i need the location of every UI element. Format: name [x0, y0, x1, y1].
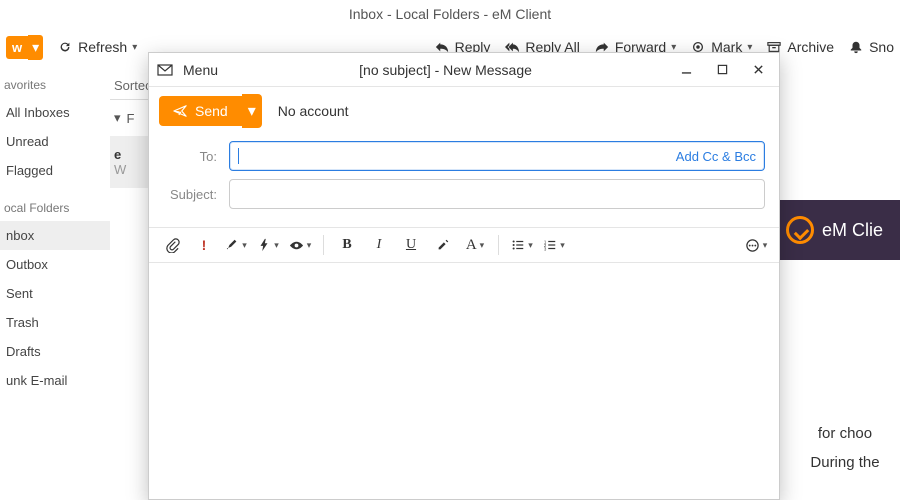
snooze-button[interactable]: Sno [848, 39, 894, 55]
sidebar-item-junk[interactable]: unk E-mail [0, 366, 110, 395]
sidebar-item-flagged[interactable]: Flagged [0, 156, 110, 185]
numbered-list-button[interactable]: 123 [541, 232, 567, 258]
eye-icon [289, 238, 304, 253]
subject-input[interactable] [229, 179, 765, 209]
sidebar-item-trash[interactable]: Trash [0, 308, 110, 337]
snooze-label: Sno [869, 39, 894, 55]
bell-icon [848, 39, 864, 55]
menu-button[interactable]: Menu [183, 62, 218, 78]
separator [323, 235, 324, 255]
bold-button[interactable]: B [334, 232, 360, 258]
text-caret [238, 148, 239, 164]
compose-send-row: Send ▾ No account [149, 87, 779, 135]
more-options-button[interactable] [743, 232, 769, 258]
sidebar-item-unread[interactable]: Unread [0, 127, 110, 156]
font-color-button[interactable]: A [462, 232, 488, 258]
to-input[interactable]: Add Cc & Bcc [229, 141, 765, 171]
close-button[interactable] [745, 57, 771, 83]
visibility-button[interactable] [287, 232, 313, 258]
window-title: Inbox - Local Folders - eM Client [0, 6, 900, 22]
sidebar-item-inbox[interactable]: nbox [0, 221, 110, 250]
refresh-label: Refresh [78, 39, 127, 55]
lightning-icon [257, 238, 271, 252]
new-button-dropdown[interactable]: ▾ [28, 35, 43, 60]
separator [498, 235, 499, 255]
send-icon [173, 104, 187, 118]
message-sender: e [114, 147, 126, 162]
chevron-down-icon: ▾ [132, 42, 137, 53]
to-label: To: [163, 149, 217, 164]
mail-icon [157, 62, 173, 78]
message-preview: W [114, 162, 126, 177]
sidebar-item-outbox[interactable]: Outbox [0, 250, 110, 279]
text-color-button[interactable] [223, 232, 249, 258]
folder-sidebar: avorites All Inboxes Unread Flagged ocal… [0, 72, 110, 395]
highlight-button[interactable] [430, 232, 456, 258]
expand-icon[interactable]: ▾ [114, 110, 121, 126]
format-toolbar: ! B I U A 123 [149, 227, 779, 263]
flag-column: F [127, 111, 135, 126]
sidebar-item-drafts[interactable]: Drafts [0, 337, 110, 366]
underline-button[interactable]: U [398, 232, 424, 258]
insert-button[interactable] [255, 232, 281, 258]
favorites-heading: avorites [0, 72, 110, 98]
maximize-button[interactable] [709, 57, 735, 83]
svg-text:3: 3 [544, 246, 547, 251]
highlighter-icon [436, 238, 450, 252]
more-icon [745, 238, 760, 253]
send-dropdown[interactable]: ▾ [242, 94, 262, 128]
brand-banner: eM Clie [780, 200, 900, 260]
subject-label: Subject: [163, 187, 217, 202]
brand-name: eM Clie [822, 220, 883, 241]
chevron-down-icon: ▾ [671, 42, 676, 53]
account-label[interactable]: No account [278, 103, 349, 119]
archive-label: Archive [787, 39, 834, 55]
sidebar-item-all-inboxes[interactable]: All Inboxes [0, 98, 110, 127]
compose-title: [no subject] - New Message [228, 62, 663, 78]
sidebar-item-sent[interactable]: Sent [0, 279, 110, 308]
list-bullet-icon [511, 238, 525, 252]
italic-button[interactable]: I [366, 232, 392, 258]
bullet-list-button[interactable] [509, 232, 535, 258]
send-label: Send [195, 103, 228, 119]
compose-fields: To: Add Cc & Bcc Subject: [149, 135, 779, 227]
add-cc-bcc-link[interactable]: Add Cc & Bcc [676, 149, 756, 164]
refresh-icon [57, 39, 73, 55]
background-text: for choo During the [790, 420, 900, 477]
new-button[interactable]: w [6, 36, 28, 59]
paperclip-icon [165, 238, 180, 253]
compose-titlebar: Menu [no subject] - New Message [149, 53, 779, 87]
minimize-button[interactable] [673, 57, 699, 83]
chevron-down-icon: ▾ [747, 42, 752, 53]
send-button[interactable]: Send [159, 96, 242, 126]
list-numbered-icon: 123 [543, 238, 557, 252]
font-a-icon: A [466, 237, 477, 254]
brand-logo-icon [786, 216, 814, 244]
brush-icon [225, 238, 239, 252]
attach-button[interactable] [159, 232, 185, 258]
priority-button[interactable]: ! [191, 232, 217, 258]
refresh-button[interactable]: Refresh ▾ [57, 39, 137, 55]
compose-window: Menu [no subject] - New Message Send ▾ N… [148, 52, 780, 500]
local-folders-heading: ocal Folders [0, 195, 110, 221]
compose-body[interactable] [149, 263, 779, 499]
